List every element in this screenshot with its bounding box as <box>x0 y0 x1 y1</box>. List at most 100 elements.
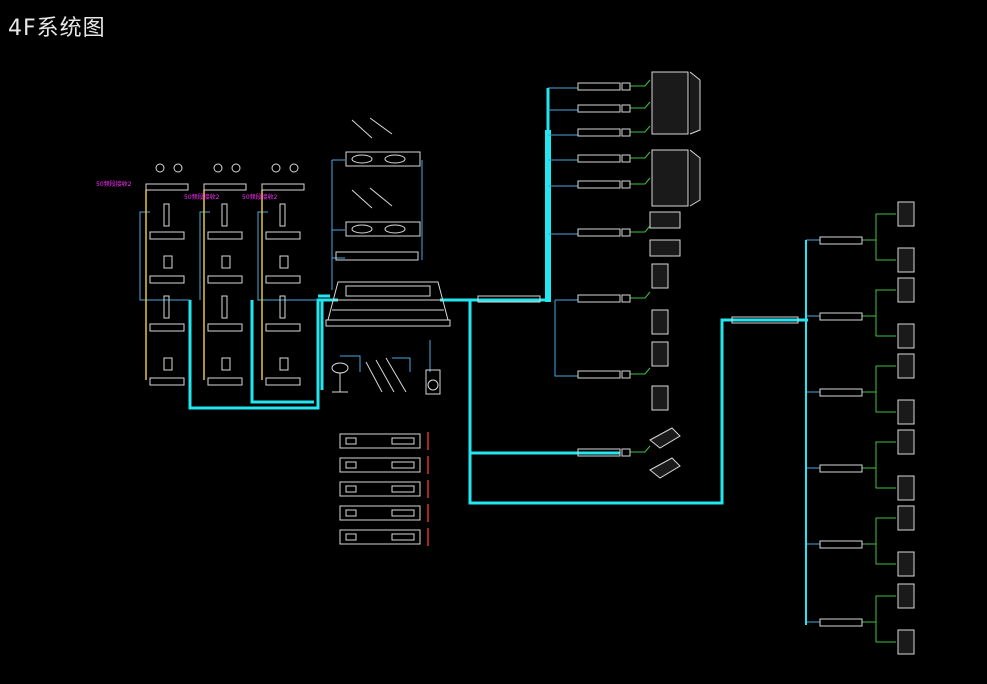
speaker-cabinet <box>651 309 669 335</box>
thin-wires <box>139 87 820 623</box>
speaker-wire <box>630 125 651 133</box>
bodypack-icon <box>279 357 289 371</box>
wireless-receiver <box>207 377 243 386</box>
wireless-receiver <box>265 231 301 240</box>
wireless-receiver <box>207 323 243 332</box>
antenna-icon <box>155 163 165 173</box>
group-label: 50频段接收2 <box>242 193 278 201</box>
speaker-cabinet <box>897 551 915 577</box>
bodypack-icon <box>279 255 289 269</box>
power-amplifier <box>819 618 863 627</box>
speaker-cabinet <box>897 247 915 273</box>
wireless-receiver <box>149 323 185 332</box>
subwoofer <box>649 239 681 257</box>
speaker-cabinet <box>651 385 669 411</box>
rack-unit-display <box>345 461 357 469</box>
speaker-wire <box>862 289 896 337</box>
wireless-receiver <box>207 231 243 240</box>
power-amplifier <box>577 154 621 163</box>
power-amplifier <box>577 370 621 379</box>
speaker-wire <box>630 367 651 375</box>
amp-terminal <box>621 128 631 137</box>
bodypack-icon <box>163 255 173 269</box>
antenna-lines <box>145 190 263 380</box>
wireless-group: 50频段接收2 <box>96 163 189 386</box>
handheld-mic-icon <box>163 295 170 319</box>
amplifier-column-center <box>577 82 631 457</box>
antenna-icon <box>289 163 299 173</box>
conference-unit <box>345 151 421 167</box>
bodypack-icon <box>221 255 231 269</box>
amp-terminal <box>621 180 631 189</box>
amplifier-column-right <box>819 201 915 655</box>
antenna-icon <box>271 163 281 173</box>
rack-unit-display <box>345 437 357 445</box>
handheld-mic-icon <box>279 295 286 319</box>
amp-terminal <box>621 370 631 379</box>
speaker-cabinet <box>651 341 669 367</box>
speaker-wire <box>862 517 896 565</box>
wireless-receiver <box>265 377 301 386</box>
subwoofer <box>649 211 681 229</box>
rack-units <box>339 432 429 546</box>
power-amplifier <box>819 236 863 245</box>
speaker-cabinet <box>897 323 915 349</box>
speaker-cabinet <box>897 399 915 425</box>
wireless-receiver <box>265 323 301 332</box>
handheld-mic-icon <box>221 203 228 227</box>
speaker-wire <box>630 151 651 159</box>
speaker-cabinet <box>897 629 915 655</box>
processor-unit <box>335 251 419 261</box>
speaker-cabinet <box>897 505 915 531</box>
conference-unit-pad <box>384 154 406 164</box>
speaker-cabinet <box>651 263 669 289</box>
antenna-distributor <box>203 183 247 191</box>
power-amplifier <box>577 128 621 137</box>
wireless-receiver <box>149 275 185 284</box>
power-amplifier <box>577 294 621 303</box>
conference-unit-pad <box>384 224 406 234</box>
rack-unit-display <box>345 533 357 541</box>
center-speakers <box>649 211 681 479</box>
wireless-receiver <box>265 275 301 284</box>
handheld-mic-icon <box>279 203 286 227</box>
speaker-cabinet <box>897 277 915 303</box>
power-amplifier <box>819 540 863 549</box>
speaker-cabinet <box>897 353 915 379</box>
speaker-wire <box>862 365 896 413</box>
handheld-mic-icon <box>163 203 170 227</box>
antenna-icon <box>213 163 223 173</box>
system-diagram: 50频段接收2 50频段接收2 50频段接收2 <box>96 71 915 655</box>
mixing-console <box>325 281 451 327</box>
speaker-cabinet <box>897 429 915 455</box>
wireless-receiver <box>149 377 185 386</box>
wireless-receiver <box>149 231 185 240</box>
line-array-cabinet <box>651 149 689 207</box>
amp-terminal <box>621 448 631 457</box>
rack-unit <box>339 433 421 449</box>
wireless-group: 50频段接收2 <box>184 163 247 386</box>
antenna-icon <box>173 163 183 173</box>
antenna-distributor <box>145 183 189 191</box>
line-array-cabinet <box>651 71 689 135</box>
speaker-wire <box>630 225 651 233</box>
power-amplifier <box>577 82 621 91</box>
bodypack-icon <box>221 357 231 371</box>
speaker-wire <box>862 441 896 489</box>
antenna-distributor <box>261 183 305 191</box>
power-amplifier <box>577 228 621 237</box>
speaker-wire <box>630 101 651 109</box>
amp-terminal <box>621 228 631 237</box>
speaker-wire <box>630 291 651 299</box>
rack-unit <box>339 481 421 497</box>
rack-unit <box>339 457 421 473</box>
rack-unit-display <box>345 485 357 493</box>
speaker-wire <box>862 213 896 261</box>
power-amplifier <box>819 388 863 397</box>
rack-unit-panel <box>391 509 415 517</box>
handheld-mic-icon <box>221 295 228 319</box>
rack-unit-display <box>345 509 357 517</box>
conference-unit-pad <box>351 224 373 234</box>
speaker-cabinet <box>897 201 915 227</box>
power-amplifier <box>819 464 863 473</box>
